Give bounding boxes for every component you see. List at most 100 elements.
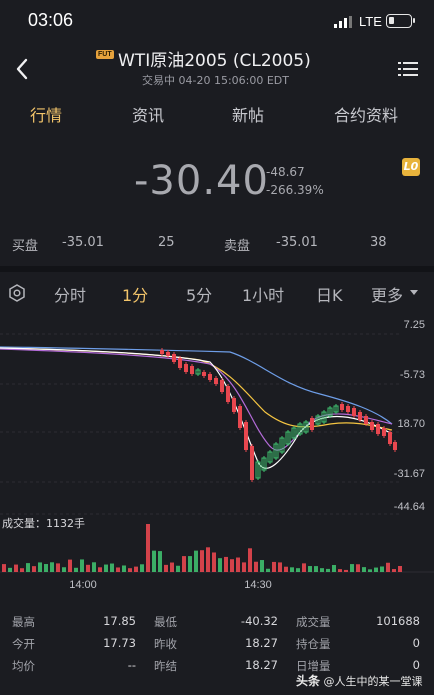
volume-bar: [296, 568, 300, 572]
price-chart[interactable]: 7.25 -5.73 18.70 -31.67 -44.64 14:00 14:…: [0, 312, 434, 594]
stat-value: 18.27: [245, 636, 278, 650]
volume-bar: [122, 565, 126, 572]
stat-label: 最高: [12, 615, 35, 629]
tab-5min[interactable]: 5分: [186, 282, 212, 306]
level-badge[interactable]: L0: [402, 158, 420, 176]
volume-bar: [20, 568, 24, 572]
volume-bar: [254, 561, 258, 572]
stat-value: 18.27: [245, 658, 278, 672]
volume-bar: [314, 566, 318, 572]
candlestick: [352, 408, 356, 416]
moving-average-line: [0, 348, 393, 451]
stat-label: 昨结: [154, 659, 177, 673]
tab-posts[interactable]: 新帖: [232, 102, 264, 126]
trading-status: 交易中 04-20 15:06:00 EDT: [142, 74, 289, 87]
back-arrow-icon[interactable]: [12, 56, 34, 82]
candlestick: [364, 416, 368, 424]
candlestick: [250, 446, 254, 480]
menu-icon[interactable]: [398, 60, 418, 78]
volume-bar: [158, 551, 162, 572]
volume-bar: [284, 566, 288, 572]
volume-bar: [182, 556, 186, 572]
stat-label: 昨收: [154, 637, 177, 651]
y-tick-label: 7.25: [404, 319, 425, 331]
volume-bar: [338, 569, 342, 572]
volume-bar: [50, 562, 54, 572]
candlestick: [388, 432, 392, 444]
y-tick-label: 18.70: [397, 418, 425, 430]
tab-1min[interactable]: 1分: [122, 282, 148, 306]
volume-bar: [242, 562, 246, 572]
volume-bars: [2, 524, 402, 572]
status-time: 03:06: [28, 10, 74, 30]
volume-bar: [194, 550, 198, 572]
battery-icon: [386, 14, 415, 28]
candlestick: [178, 358, 182, 368]
volume-bar: [110, 563, 114, 572]
candlestick: [208, 374, 212, 380]
ask-price: -35.01: [276, 235, 318, 250]
moving-average-line: [0, 346, 393, 425]
stat-value: 0: [412, 636, 420, 650]
volume-bar: [56, 563, 60, 572]
y-tick-label: -31.67: [394, 468, 425, 480]
volume-bar: [44, 564, 48, 572]
tab-quotes[interactable]: 行情: [30, 102, 62, 126]
top-tabs: 行情 资讯 新帖 合约资料: [0, 102, 434, 128]
x-tick-label: 14:00: [69, 579, 97, 591]
candlestick: [214, 378, 218, 384]
stat-label: 持仓量: [296, 637, 331, 651]
watermark: 头条 @人生中的某一堂课: [296, 672, 423, 689]
volume-bar: [146, 524, 150, 572]
volume-bar: [128, 568, 132, 572]
volume-bar: [260, 560, 264, 572]
watermark-handle: @人生中的某一堂课: [323, 675, 423, 688]
volume-bar: [392, 569, 396, 572]
volume-bar: [152, 550, 156, 572]
tab-1hour[interactable]: 1小时: [242, 282, 284, 306]
volume-bar: [176, 565, 180, 572]
volume-bar: [2, 564, 6, 572]
tab-contract-info[interactable]: 合约资料: [334, 102, 398, 126]
volume-bar: [374, 567, 378, 572]
ask-size: 38: [370, 235, 387, 250]
volume-bar: [188, 556, 192, 572]
candlestick: [184, 364, 188, 372]
volume-bar: [320, 568, 324, 572]
price-change: -48.67: [266, 165, 305, 179]
stat-label: 均价: [12, 659, 35, 673]
candlestick: [160, 350, 164, 354]
volume-bar: [212, 552, 216, 572]
tab-news[interactable]: 资讯: [132, 102, 164, 126]
section-divider: [0, 266, 434, 272]
x-tick-label: 14:30: [244, 579, 272, 591]
stat-value: 17.85: [103, 614, 136, 628]
chart-settings-icon[interactable]: [8, 284, 26, 302]
candlestick: [220, 380, 224, 392]
volume-bar: [332, 565, 336, 572]
candlestick: [376, 424, 380, 434]
candlestick: [382, 428, 386, 436]
tab-more[interactable]: 更多: [371, 282, 403, 306]
stat-value: 101688: [376, 614, 420, 628]
tab-daily[interactable]: 日K: [316, 282, 343, 306]
volume-bar: [14, 564, 18, 572]
tab-intraday[interactable]: 分时: [54, 282, 86, 306]
candlestick: [340, 404, 344, 410]
volume-bar: [164, 564, 168, 572]
volume-bar: [104, 564, 108, 572]
volume-bar: [356, 564, 360, 572]
volume-bar: [116, 567, 120, 572]
volume-bar: [290, 567, 294, 572]
volume-bar: [32, 566, 36, 572]
stat-value: --: [127, 658, 136, 672]
volume-bar: [134, 566, 138, 572]
volume-bar: [380, 566, 384, 572]
moving-average-line: [0, 347, 393, 431]
price-change-percent: -266.39%: [266, 183, 324, 197]
candlestick: [202, 372, 206, 376]
volume-bar: [98, 567, 102, 572]
candlestick: [238, 406, 242, 428]
chevron-down-icon[interactable]: [410, 290, 418, 295]
volume-bar: [266, 568, 270, 572]
